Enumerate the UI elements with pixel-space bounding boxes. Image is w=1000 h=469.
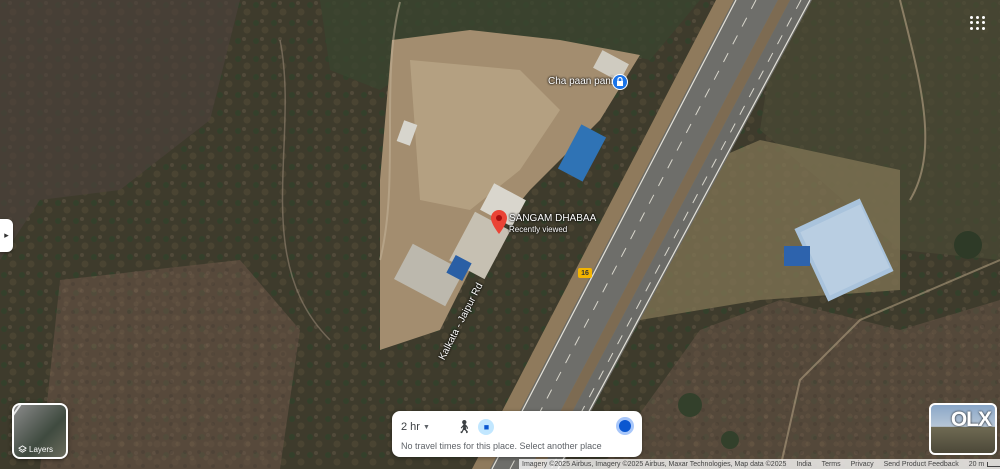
location-pin-icon	[491, 210, 507, 234]
place-name: SANGAM DHABAA	[509, 213, 597, 224]
chevron-right-icon: ▸	[4, 230, 9, 240]
place-label-sangam-dhabaa[interactable]: SANGAM DHABAA Recently viewed	[509, 213, 596, 235]
layers-icon	[18, 445, 27, 453]
travel-time-panel: 2 hr ▼ 🚶︎ ■ No travel times for this pla…	[392, 411, 642, 457]
travel-time-value: 2 hr	[401, 421, 420, 433]
collapse-side-panel-button[interactable]: ▸	[0, 219, 13, 252]
route-shield: 16	[578, 268, 592, 278]
place-pin-primary[interactable]	[491, 210, 507, 239]
link-privacy[interactable]: Privacy	[851, 461, 874, 468]
place-name: Cha paan pani	[548, 76, 614, 87]
imagery-credit: Imagery ©2025 Airbus, Imagery ©2025 Airb…	[522, 460, 787, 468]
caret-down-icon: ▼	[422, 423, 430, 431]
place-pin-secondary[interactable]	[612, 74, 628, 95]
scale-label: 20 m	[968, 460, 985, 468]
travel-time-toggle[interactable]	[616, 417, 634, 435]
travel-time-message: No travel times for this place. Select a…	[401, 441, 602, 451]
car-icon[interactable]: ■	[478, 419, 495, 435]
scale-bar	[987, 461, 1000, 467]
lock-pin-icon	[612, 74, 628, 90]
place-label-cha-paan-pani[interactable]: Cha paan pani	[548, 76, 613, 87]
olx-watermark: OLX	[950, 408, 992, 431]
travel-time-dropdown[interactable]: 2 hr ▼	[401, 421, 430, 433]
link-send-feedback[interactable]: Send Product Feedback	[884, 461, 959, 468]
apps-grid-button[interactable]	[968, 14, 986, 32]
link-india[interactable]: India	[796, 461, 811, 468]
map-attribution-bar: Imagery ©2025 Airbus, Imagery ©2025 Airb…	[519, 459, 1000, 469]
layers-button[interactable]: Layers	[12, 403, 68, 459]
walking-icon[interactable]: 🚶︎	[456, 419, 473, 435]
street-view-thumbnail[interactable]: OLX	[929, 403, 997, 455]
place-subtitle: Recently viewed	[509, 225, 568, 234]
map-scale[interactable]: 20 m	[969, 461, 1000, 468]
layers-label: Layers	[29, 445, 54, 454]
link-terms[interactable]: Terms	[822, 461, 841, 468]
apps-grid-icon	[970, 16, 973, 19]
